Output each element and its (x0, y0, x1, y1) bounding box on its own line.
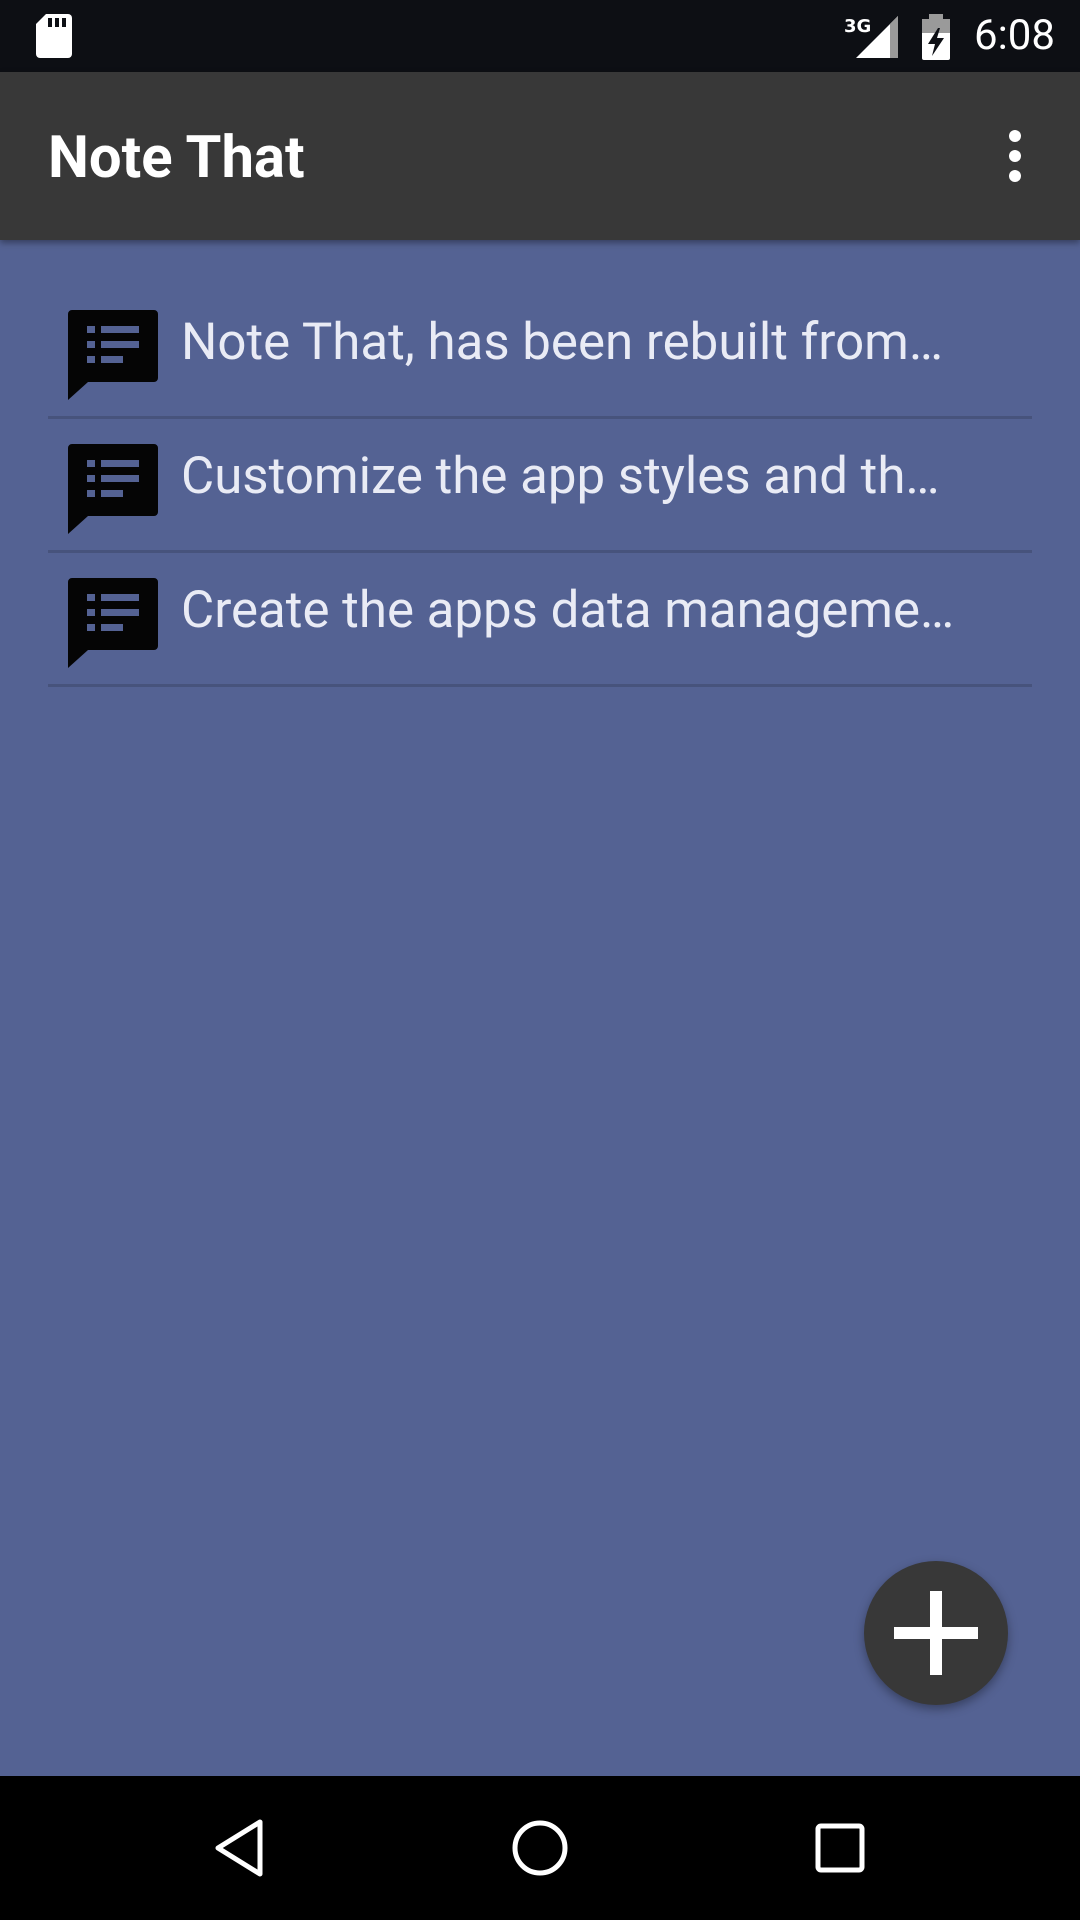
status-bar: 3G 6:08 (0, 0, 1080, 72)
back-icon[interactable] (208, 1816, 272, 1880)
navigation-bar (0, 1776, 1080, 1920)
clock: 6:08 (974, 11, 1055, 60)
sd-card-icon (36, 14, 72, 58)
add-note-button[interactable] (864, 1561, 1008, 1705)
note-list-icon (68, 578, 158, 668)
note-list-icon (68, 310, 158, 400)
note-list-icon (68, 444, 158, 534)
note-list: Note That, has been rebuilt from… Custom… (48, 285, 1032, 687)
note-title: Note That, has been rebuilt from… (181, 313, 944, 372)
app-title: Note That (48, 124, 305, 192)
home-icon[interactable] (508, 1816, 572, 1880)
list-item[interactable]: Customize the app styles and th… (48, 419, 1032, 553)
list-item[interactable]: Create the apps data manageme… (48, 553, 1032, 687)
battery-charging-icon (922, 14, 950, 60)
app-bar: Note That (0, 72, 1080, 240)
note-title: Create the apps data manageme… (181, 581, 955, 640)
cellular-signal-icon: 3G (844, 16, 898, 58)
network-type-label: 3G (844, 16, 871, 37)
note-title: Customize the app styles and th… (181, 447, 940, 506)
recents-icon[interactable] (808, 1816, 872, 1880)
list-item[interactable]: Note That, has been rebuilt from… (48, 285, 1032, 419)
add-icon (894, 1591, 978, 1675)
more-vert-icon[interactable] (993, 130, 1037, 186)
